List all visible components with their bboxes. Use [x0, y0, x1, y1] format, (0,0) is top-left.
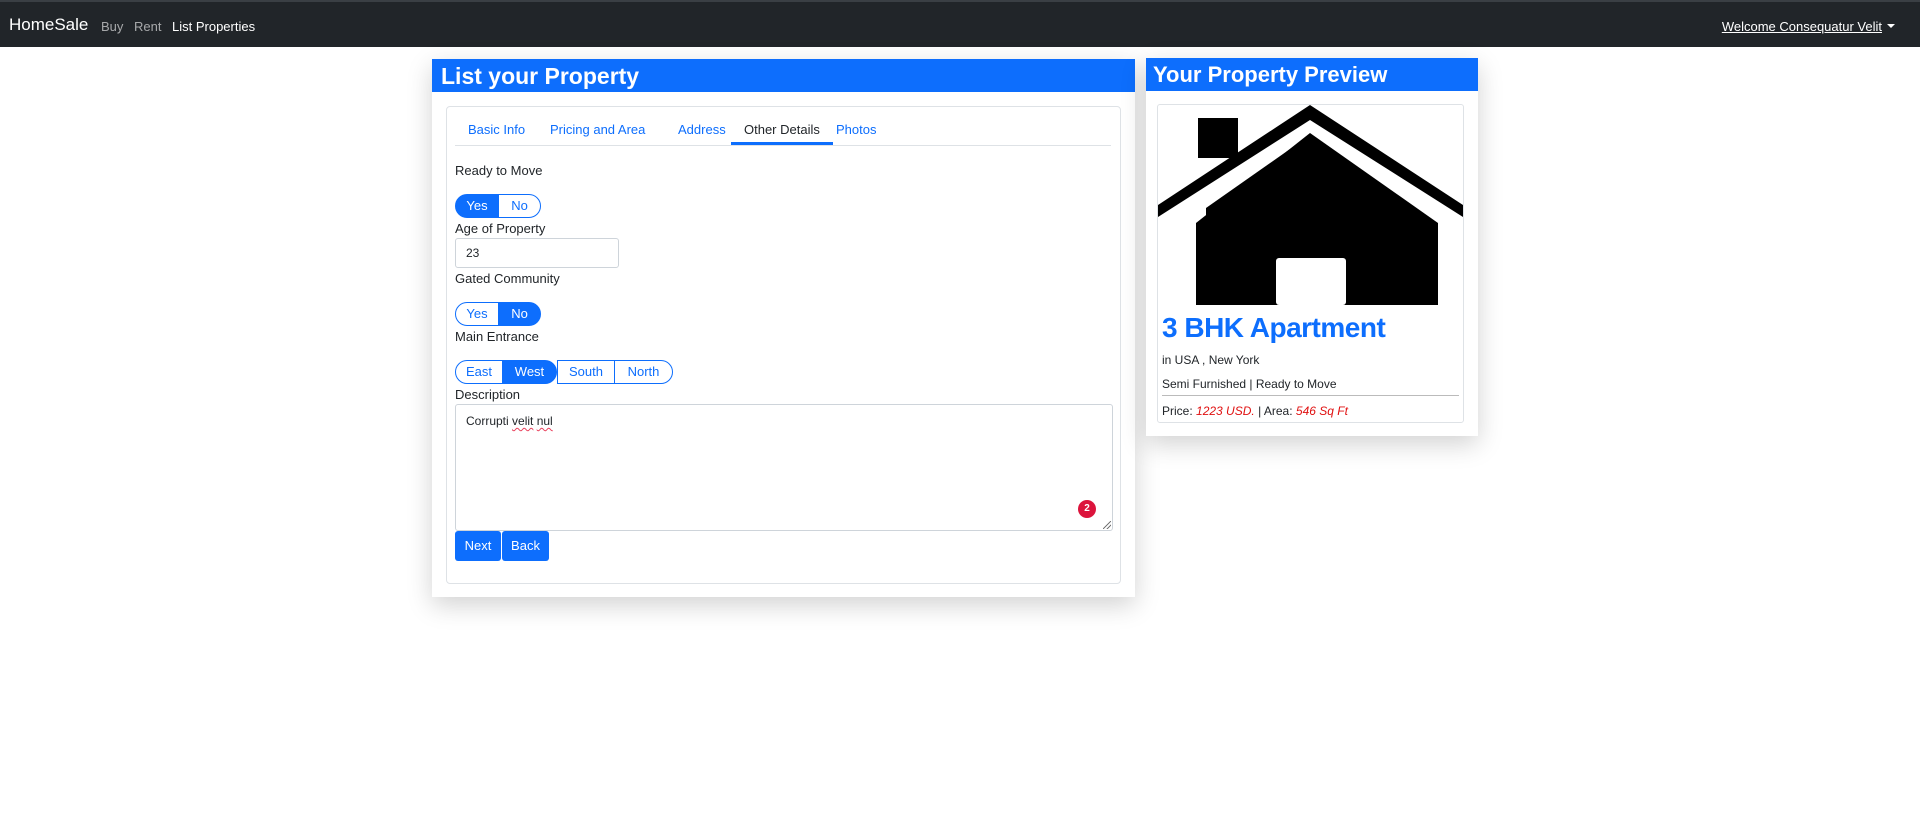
price-label: Price: [1162, 404, 1193, 418]
description-text: Corrupti velit nul [466, 414, 553, 428]
gated-community-label: Gated Community [455, 271, 560, 286]
area-label: Area: [1263, 404, 1293, 418]
resize-handle-icon[interactable] [1103, 521, 1111, 529]
description-label: Description [455, 387, 521, 402]
spellcheck-word: nul [536, 414, 553, 428]
property-features: Semi Furnished | Ready to Move [1162, 377, 1337, 391]
price-area-line: Price: 1223 USD. | Area: 546 Sq Ft [1162, 404, 1348, 418]
next-button[interactable]: Next [455, 531, 501, 561]
entrance-south-button[interactable]: South [557, 360, 615, 384]
entrance-north-button[interactable]: North [614, 360, 673, 384]
description-text-part: Corrupti [466, 414, 513, 428]
spellcheck-word: velit [512, 414, 534, 428]
user-menu-dropdown[interactable]: Welcome Consequatur Velit [1722, 19, 1895, 34]
property-location: in USA , New York [1162, 353, 1260, 367]
main-entrance-label: Main Entrance [455, 329, 539, 344]
tab-pricing-and-area[interactable]: Pricing and Area [537, 117, 658, 145]
gated-community-no-button[interactable]: No [498, 302, 541, 326]
nav-link-rent[interactable]: Rent [134, 19, 161, 34]
entrance-east-button[interactable]: East [455, 360, 503, 384]
form-card: Basic Info Pricing and Area Address Othe… [446, 106, 1121, 584]
main-entrance-toggle: East West [455, 360, 557, 384]
ready-to-move-yes-button[interactable]: Yes [455, 194, 499, 218]
tab-other-details[interactable]: Other Details [731, 117, 833, 145]
main-entrance-toggle-rest: South North [557, 360, 673, 384]
house-icon [1158, 105, 1463, 305]
preview-card: 3 BHK Apartment in USA , New York Semi F… [1157, 104, 1464, 423]
nav-link-buy[interactable]: Buy [101, 19, 123, 34]
tab-photos[interactable]: Photos [823, 117, 889, 145]
list-property-panel: List your Property Basic Info Pricing an… [432, 59, 1135, 597]
description-textarea[interactable]: Corrupti velit nul 2 [455, 404, 1113, 531]
price-value: 1223 USD. [1196, 404, 1255, 418]
age-of-property-label: Age of Property [455, 221, 546, 236]
gated-community-yes-button[interactable]: Yes [455, 302, 499, 326]
caret-down-icon [1887, 24, 1895, 28]
tab-basic-info[interactable]: Basic Info [455, 117, 538, 145]
age-of-property-input[interactable]: 23 [455, 238, 619, 268]
brand-logo[interactable]: HomeSale [9, 15, 88, 35]
back-button[interactable]: Back [502, 531, 549, 561]
area-value: 546 Sq Ft [1295, 404, 1348, 418]
gated-community-toggle: Yes No [455, 302, 541, 326]
property-title: 3 BHK Apartment [1162, 312, 1386, 343]
grammar-count-badge[interactable]: 2 [1078, 500, 1096, 518]
tab-address[interactable]: Address [665, 117, 739, 145]
property-preview-panel: Your Property Preview 3 BHK Apartment in… [1146, 58, 1478, 436]
ready-to-move-toggle: Yes No [455, 194, 541, 218]
form-tabs: Basic Info Pricing and Area Address Othe… [455, 117, 1111, 146]
ready-to-move-label: Ready to Move [455, 163, 543, 178]
nav-link-list-properties[interactable]: List Properties [172, 19, 255, 34]
preview-divider [1162, 395, 1459, 396]
top-navbar: HomeSale Buy Rent List Properties Welcom… [0, 0, 1920, 47]
user-menu-label: Welcome Consequatur Velit [1721, 19, 1882, 34]
preview-title: Your Property Preview [1146, 58, 1478, 91]
price-area-separator: | [1258, 404, 1262, 418]
entrance-west-button[interactable]: West [502, 360, 557, 384]
ready-to-move-no-button[interactable]: No [498, 194, 541, 218]
panel-title: List your Property [432, 59, 1135, 92]
